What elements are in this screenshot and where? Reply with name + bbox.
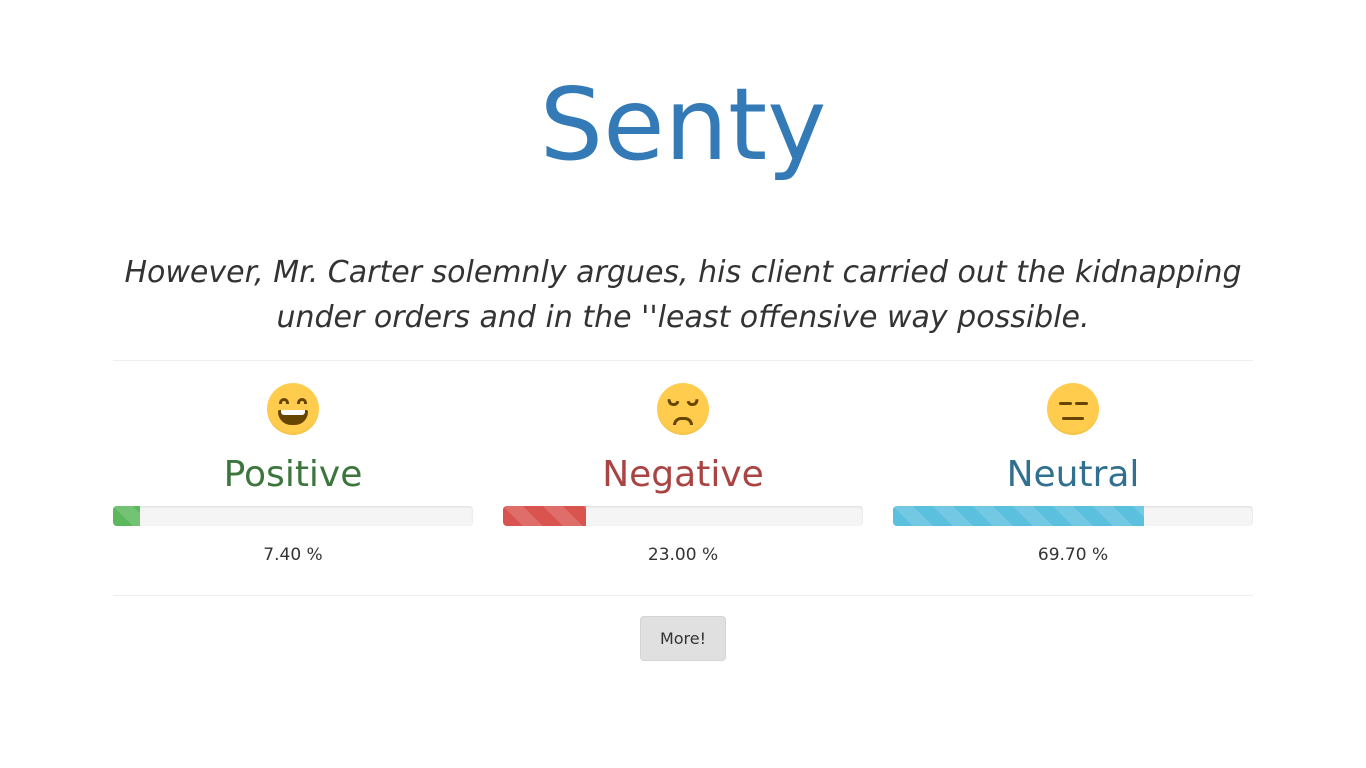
sentiment-results: Positive 7.40 % Negative 23.00 % Neutral… <box>113 361 1253 595</box>
sentiment-label-neutral: Neutral <box>1006 454 1140 495</box>
grinning-face-icon <box>267 383 319 435</box>
bottom-divider <box>113 595 1253 596</box>
progress-neutral <box>893 506 1253 526</box>
app-title: Senty <box>539 66 827 183</box>
progress-positive <box>113 506 473 526</box>
progress-bar-negative <box>503 506 586 526</box>
progress-bar-neutral <box>893 506 1144 526</box>
sentiment-label-positive: Positive <box>223 454 363 495</box>
percent-positive: 7.40 % <box>263 545 323 565</box>
percent-negative: 23.00 % <box>647 545 719 565</box>
progress-bar-positive <box>113 506 140 526</box>
analyzed-sentence: However, Mr. Carter solemnly argues, his… <box>124 255 1242 335</box>
progress-negative <box>503 506 863 526</box>
sentiment-label-negative: Negative <box>602 454 764 495</box>
percent-neutral: 69.70 % <box>1037 545 1109 565</box>
unamused-face-icon <box>657 383 709 435</box>
sentiment-negative: Negative 23.00 % <box>503 361 863 595</box>
sentiment-neutral: Neutral 69.70 % <box>893 361 1253 595</box>
expressionless-face-icon <box>1047 383 1099 435</box>
more-button[interactable]: More! <box>640 616 726 661</box>
sentiment-positive: Positive 7.40 % <box>113 361 473 595</box>
